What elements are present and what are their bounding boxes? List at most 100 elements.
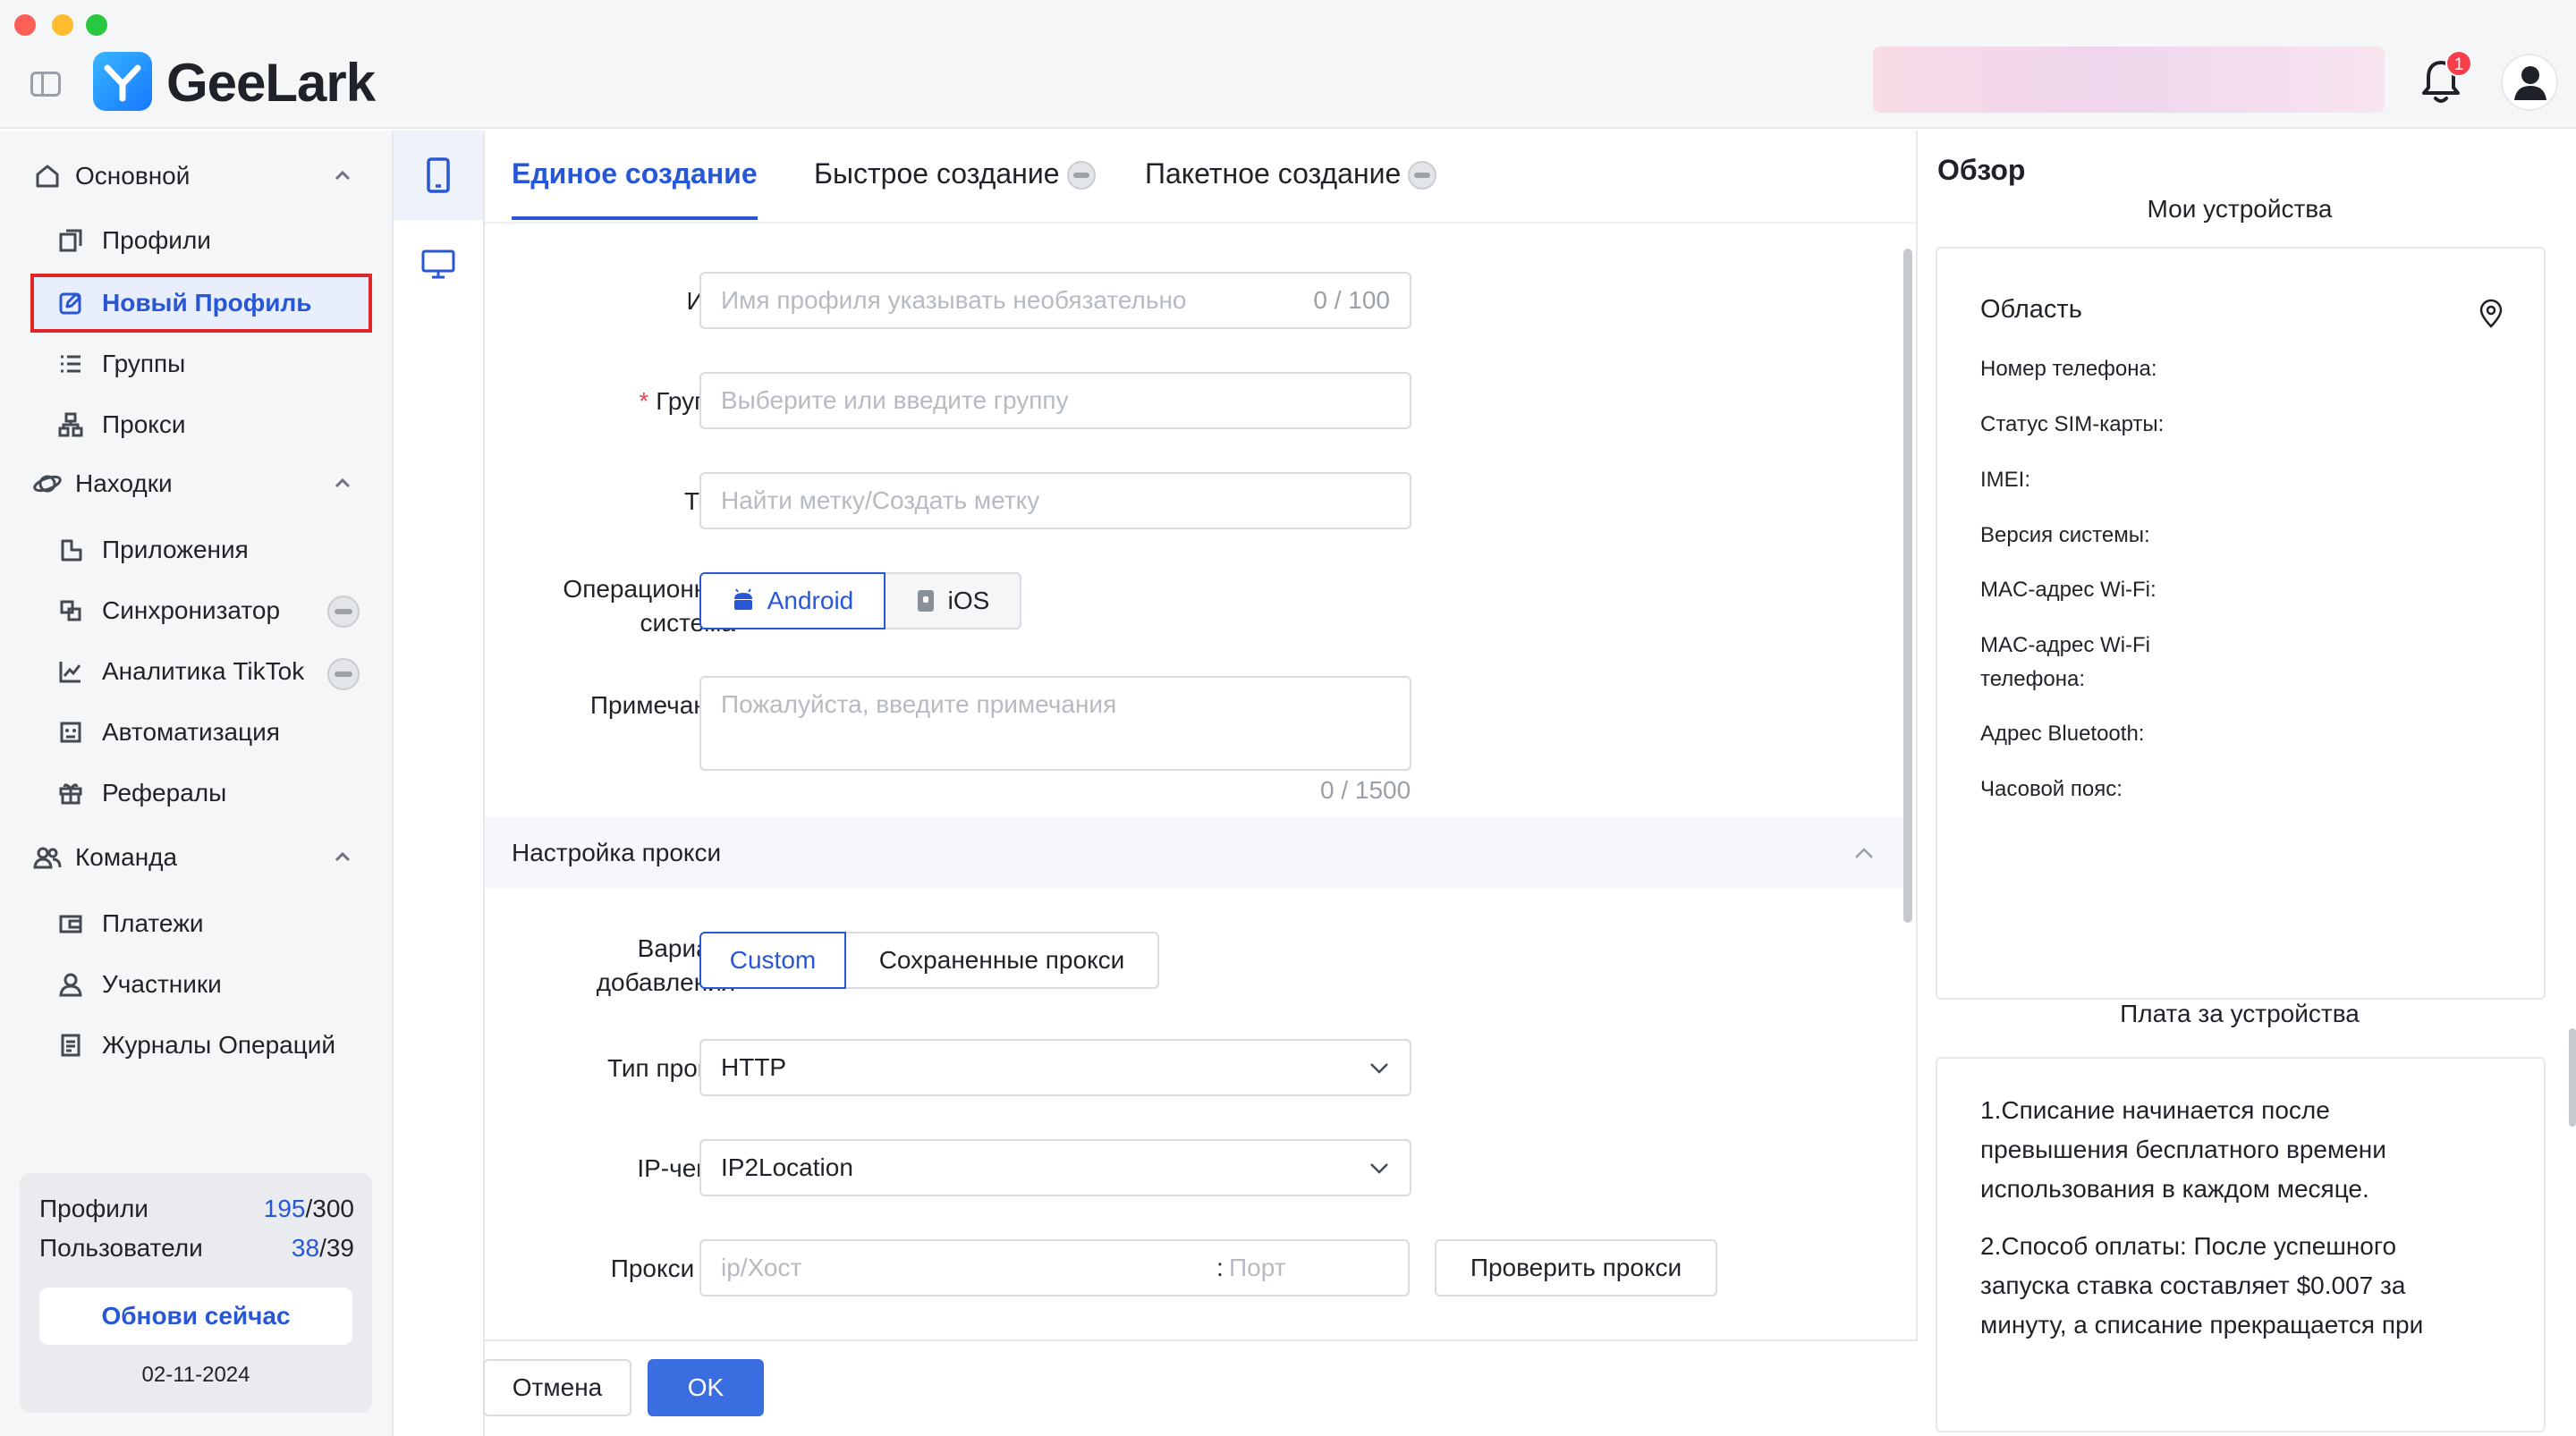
fee-paragraph-1: 1.Списание начинается после превышения б… xyxy=(1980,1096,2386,1203)
name-input[interactable]: Имя профиля указывать необязательно 0 / … xyxy=(699,272,1411,329)
sidebar-item-groups[interactable]: Группы xyxy=(32,334,370,393)
notification-count-badge: 1 xyxy=(2445,50,2472,77)
fee-paragraph-2: 2.Способ оплаты: После успешного запуска… xyxy=(1980,1232,2424,1339)
imei-field: IMEI: xyxy=(1980,468,2031,492)
device-type-rail xyxy=(394,131,485,1436)
sidebar-item-automation[interactable]: Автоматизация xyxy=(32,703,370,762)
document-icon xyxy=(57,1032,84,1059)
upgrade-now-button[interactable]: Обнови сейчас xyxy=(39,1288,352,1345)
chevron-down-icon xyxy=(1370,1063,1388,1074)
phone-wifi-mac-field: MAC-адрес Wi-Fi телефона: xyxy=(1980,633,2151,691)
variant-custom-option[interactable]: Custom xyxy=(699,932,846,989)
tab-quick-create[interactable]: Быстрое создание xyxy=(814,157,1096,220)
form-scrollbar[interactable] xyxy=(1903,249,1912,923)
user-icon xyxy=(57,971,84,998)
nav-group-team[interactable]: Команда xyxy=(32,837,177,878)
device-fee-title: Плата за устройства xyxy=(2120,1000,2360,1027)
name-char-count: 0 / 100 xyxy=(1313,286,1390,314)
sidebar-item-synchronizer[interactable]: Синхронизатор xyxy=(32,581,370,640)
coin-icon xyxy=(1066,161,1096,190)
chevron-up-icon[interactable] xyxy=(1853,846,1875,860)
wallet-icon xyxy=(57,910,84,937)
network-icon xyxy=(57,411,84,438)
chart-line-icon xyxy=(57,658,84,685)
cancel-button[interactable]: Отмена xyxy=(483,1359,631,1416)
phone-icon xyxy=(427,157,450,193)
apps-icon xyxy=(57,536,84,563)
android-icon xyxy=(732,588,755,613)
variant-saved-proxies-option[interactable]: Сохраненные прокси xyxy=(844,932,1159,989)
coin-icon xyxy=(327,596,360,628)
list-icon xyxy=(57,351,84,377)
sync-icon xyxy=(57,597,84,624)
phone-device-tab[interactable] xyxy=(394,131,483,220)
app-name: GeeLark xyxy=(166,53,376,113)
nav-group-main[interactable]: Основной xyxy=(32,156,190,197)
sidebar-item-apps[interactable]: Приложения xyxy=(32,520,370,579)
chevron-up-icon[interactable] xyxy=(333,474,352,494)
timezone-field: Часовой пояс: xyxy=(1980,777,2123,801)
check-proxy-button[interactable]: Проверить прокси xyxy=(1435,1239,1717,1297)
users-usage: Пользователи 38/39 xyxy=(39,1234,354,1262)
create-profile-form: Единое создание Быстрое создание Пакетно… xyxy=(485,131,1918,1341)
nav-group-discoveries[interactable]: Находки xyxy=(32,463,173,504)
tab-single-create[interactable]: Единое создание xyxy=(512,157,758,220)
phone-number-field: Номер телефона: xyxy=(1980,357,2157,381)
group-select[interactable]: Выберите или введите группу xyxy=(699,372,1411,429)
os-android-option[interactable]: Android xyxy=(699,572,886,629)
ok-button[interactable]: OK xyxy=(648,1359,764,1416)
usage-card: Профили 195/300 Пользователи 38/39 Обнов… xyxy=(20,1173,372,1413)
port-separator: : xyxy=(1216,1254,1224,1281)
sidebar-item-proxy[interactable]: Прокси xyxy=(32,395,370,454)
device-info-card: Область Номер телефона: Статус SIM-карты… xyxy=(1936,247,2546,1000)
proxy-port-input[interactable]: Порт xyxy=(1229,1254,1285,1282)
wifi-mac-field: MAC-адрес Wi-Fi: xyxy=(1980,578,2157,602)
profiles-icon xyxy=(57,227,84,254)
overview-scrollbar[interactable] xyxy=(2569,1028,2576,1127)
sidebar-toggle-icon[interactable] xyxy=(30,72,61,97)
monitor-icon xyxy=(421,249,455,279)
tags-input[interactable]: Найти метку/Создать метку xyxy=(699,472,1411,529)
location-pin-icon[interactable] xyxy=(2478,299,2504,329)
planet-icon xyxy=(32,469,63,499)
sidebar-item-tiktok-analytics[interactable]: Аналитика TikTok xyxy=(32,642,370,701)
zoom-window-button[interactable] xyxy=(86,14,107,36)
plan-date: 02-11-2024 xyxy=(141,1363,250,1387)
proxy-type-select[interactable]: HTTP xyxy=(699,1039,1411,1096)
tab-batch-create[interactable]: Пакетное создание xyxy=(1145,157,1437,220)
system-version-field: Версия системы: xyxy=(1980,523,2150,547)
my-devices-subtitle: Мои устройства xyxy=(2147,195,2333,223)
ip-checker-select[interactable]: IP2Location xyxy=(699,1139,1411,1196)
coin-icon xyxy=(1408,161,1437,190)
bluetooth-address-field: Адрес Bluetooth: xyxy=(1980,722,2145,746)
geelark-logo-icon xyxy=(93,52,152,111)
sidebar-item-members[interactable]: Участники xyxy=(32,955,370,1014)
minimize-window-button[interactable] xyxy=(52,14,73,36)
sidebar-item-profiles[interactable]: Профили xyxy=(32,211,370,270)
chevron-up-icon[interactable] xyxy=(333,848,352,867)
robot-icon xyxy=(57,719,84,746)
desktop-device-tab[interactable] xyxy=(394,220,483,309)
home-icon xyxy=(32,161,63,191)
proxy-settings-header[interactable]: Настройка прокси xyxy=(485,817,1903,889)
area-label: Область xyxy=(1980,295,2082,324)
sidebar-item-referrals[interactable]: Рефералы xyxy=(32,764,370,823)
highlight-outline xyxy=(30,274,372,333)
os-ios-option[interactable]: iOS xyxy=(884,572,1021,629)
note-textarea[interactable]: Пожалуйста, введите примечания xyxy=(699,676,1411,771)
nav-group-label: Основной xyxy=(75,162,191,190)
device-fee-card: 1.Списание начинается после превышения б… xyxy=(1936,1057,2546,1432)
sidebar-item-payments[interactable]: Платежи xyxy=(32,894,370,953)
title-bar: GeeLark 1 xyxy=(0,0,2576,129)
coin-icon xyxy=(327,658,360,690)
chevron-up-icon[interactable] xyxy=(333,166,352,186)
gift-icon xyxy=(57,780,84,807)
close-window-button[interactable] xyxy=(14,14,36,36)
chevron-down-icon xyxy=(1370,1163,1388,1174)
user-avatar[interactable] xyxy=(2501,54,2558,111)
tab-divider xyxy=(485,222,1916,224)
proxy-host-input[interactable]: ip/Хост xyxy=(699,1239,1410,1297)
team-icon xyxy=(32,842,63,873)
promo-banner[interactable] xyxy=(1873,46,2385,113)
sidebar-item-operation-logs[interactable]: Журналы Операций xyxy=(32,1016,370,1075)
